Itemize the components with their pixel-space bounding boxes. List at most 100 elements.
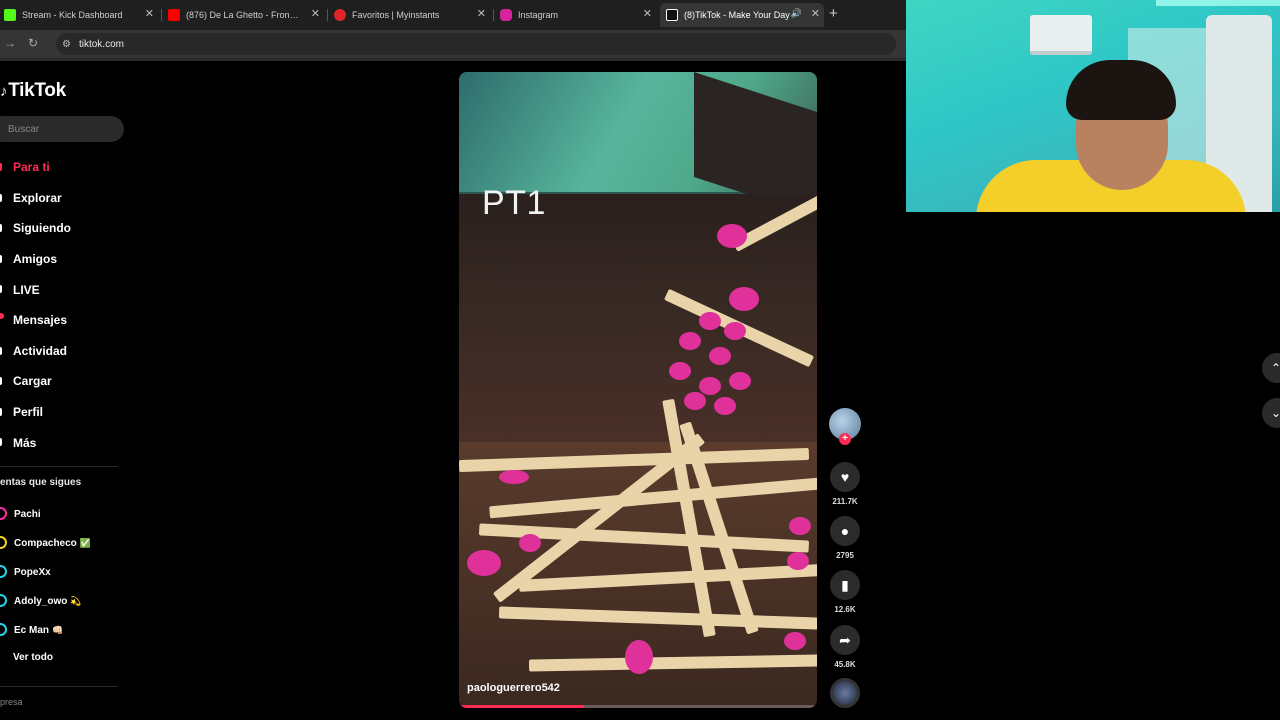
- nav-item-for-you[interactable]: Para ti: [0, 152, 130, 183]
- following-account[interactable]: Ec Man 👊🏻: [0, 616, 130, 645]
- bookmark-icon: ▮: [830, 570, 860, 600]
- streamer-hair: [1066, 60, 1176, 120]
- see-all-link[interactable]: Ver todo: [13, 652, 53, 663]
- save-button[interactable]: ▮ 12.6K: [828, 570, 862, 614]
- tab-youtube[interactable]: (876) De La Ghetto - Fronteam ✕: [168, 3, 324, 27]
- close-icon[interactable]: ✕: [643, 7, 652, 20]
- kick-favicon-icon: [4, 9, 16, 21]
- account-name: PopeXx: [14, 567, 51, 578]
- logo-text: TikTok: [8, 80, 66, 101]
- nav-item-friends[interactable]: Amigos: [0, 244, 130, 275]
- speaker-icon[interactable]: 🔊: [791, 8, 802, 19]
- video-overlay-text: PT1: [482, 184, 546, 222]
- video-author[interactable]: paologuerrero542: [467, 682, 560, 694]
- tiktok-logo[interactable]: ♪TikTok: [0, 80, 66, 102]
- comment-count: 2795: [836, 551, 854, 560]
- tab-title: Instagram: [518, 10, 559, 20]
- following-icon: [0, 224, 2, 233]
- reload-icon[interactable]: ↻: [28, 36, 38, 50]
- following-account[interactable]: Adoly_owo 💫: [0, 587, 130, 616]
- compass-icon: [0, 193, 2, 202]
- account-name: Ec Man: [14, 625, 50, 636]
- music-disc-icon[interactable]: [830, 678, 860, 708]
- youtube-favicon-icon: [168, 9, 180, 21]
- next-video-button[interactable]: ⌄: [1262, 398, 1280, 428]
- sidebar-nav: Para ti Explorar Siguiendo Amigos LIVE M…: [0, 152, 130, 458]
- match-head: [684, 392, 706, 410]
- avatar: [0, 594, 7, 607]
- follow-plus-icon[interactable]: +: [839, 433, 851, 445]
- tab-kick[interactable]: Stream - Kick Dashboard ✕: [0, 3, 158, 27]
- live-icon: [0, 285, 2, 294]
- url-bar[interactable]: ⚙ tiktok.com: [56, 33, 896, 55]
- nav-label: Mensajes: [13, 313, 68, 328]
- forward-icon[interactable]: →: [4, 36, 16, 50]
- share-icon: ➦: [830, 625, 860, 655]
- tab-title: (8)TikTok - Make Your Day: [684, 10, 790, 20]
- comment-icon: ●: [830, 516, 860, 546]
- tab-separator: [161, 9, 162, 21]
- following-account[interactable]: Pachi: [0, 500, 130, 529]
- share-button[interactable]: ➦ 45.8K: [828, 625, 862, 669]
- close-icon[interactable]: ✕: [145, 7, 154, 20]
- address-bar-row: → ↻ ⚙ tiktok.com: [0, 30, 906, 58]
- video-progress-bar[interactable]: [459, 705, 817, 708]
- led-light: [1156, 0, 1280, 6]
- match-head: [679, 332, 701, 350]
- following-accounts-title: entas que sigues: [0, 477, 82, 488]
- previous-video-button[interactable]: ⌃: [1262, 353, 1280, 383]
- avatar: [0, 507, 7, 520]
- match-head: [467, 550, 501, 576]
- chevron-down-icon: ⌄: [1271, 406, 1280, 420]
- activity-icon: [0, 346, 2, 355]
- new-tab-icon[interactable]: +: [829, 5, 838, 22]
- nav-item-profile[interactable]: Perfil: [0, 397, 130, 428]
- tab-instagram[interactable]: Instagram ✕: [500, 3, 656, 27]
- friends-icon: [0, 254, 2, 263]
- nav-label: LIVE: [13, 282, 40, 297]
- footer-link[interactable]: presa: [0, 697, 23, 707]
- search-input[interactable]: Buscar: [0, 116, 124, 142]
- tab-myinstants[interactable]: Favoritos | Myinstants ✕: [334, 3, 490, 27]
- nav-item-activity[interactable]: Actividad: [0, 336, 130, 367]
- following-account[interactable]: PopeXx: [0, 558, 130, 587]
- comment-button[interactable]: ● 2795: [828, 516, 862, 560]
- upload-icon: [0, 377, 2, 386]
- sidebar-divider: [0, 686, 118, 687]
- heart-icon: ♥: [830, 462, 860, 492]
- video-progress-fill: [459, 705, 585, 708]
- nav-item-following[interactable]: Siguiendo: [0, 213, 130, 244]
- verified-icon: ✅: [79, 538, 92, 548]
- home-icon: [0, 163, 2, 171]
- following-account[interactable]: Compacheco ✅: [0, 529, 130, 558]
- match-head: [787, 552, 809, 570]
- tab-title: Stream - Kick Dashboard: [22, 10, 123, 20]
- match-head: [789, 517, 811, 535]
- webcam-overlay: [906, 0, 1280, 212]
- tab-tiktok[interactable]: (8)TikTok - Make Your Day 🔊 ✕: [660, 3, 824, 27]
- match-head: [699, 377, 721, 395]
- nav-item-explore[interactable]: Explorar: [0, 183, 130, 214]
- nav-item-messages[interactable]: Mensajes: [0, 305, 130, 336]
- tiktok-favicon-icon: [666, 9, 678, 21]
- notification-badge: [0, 312, 4, 319]
- fist-icon: 👊🏻: [52, 625, 64, 635]
- nav-item-more[interactable]: Más: [0, 427, 130, 458]
- match-head: [519, 534, 541, 552]
- tab-title: (876) De La Ghetto - Fronteam: [186, 10, 300, 20]
- video-player[interactable]: PT1 paologuerrero542: [459, 72, 817, 708]
- nav-label: Cargar: [13, 374, 52, 389]
- close-icon[interactable]: ✕: [811, 7, 820, 20]
- site-info-icon[interactable]: ⚙: [62, 39, 71, 50]
- close-icon[interactable]: ✕: [311, 7, 320, 20]
- like-button[interactable]: ♥ 211.7K: [828, 462, 862, 506]
- nav-item-live[interactable]: LIVE: [0, 274, 130, 305]
- account-name: Compacheco: [14, 538, 77, 549]
- match-head: [724, 322, 746, 340]
- tab-separator: [493, 9, 494, 21]
- nav-label: Más: [13, 435, 37, 450]
- nav-item-upload[interactable]: Cargar: [0, 366, 130, 397]
- close-icon[interactable]: ✕: [477, 7, 486, 20]
- match-head: [699, 312, 721, 330]
- avatar: [0, 536, 7, 549]
